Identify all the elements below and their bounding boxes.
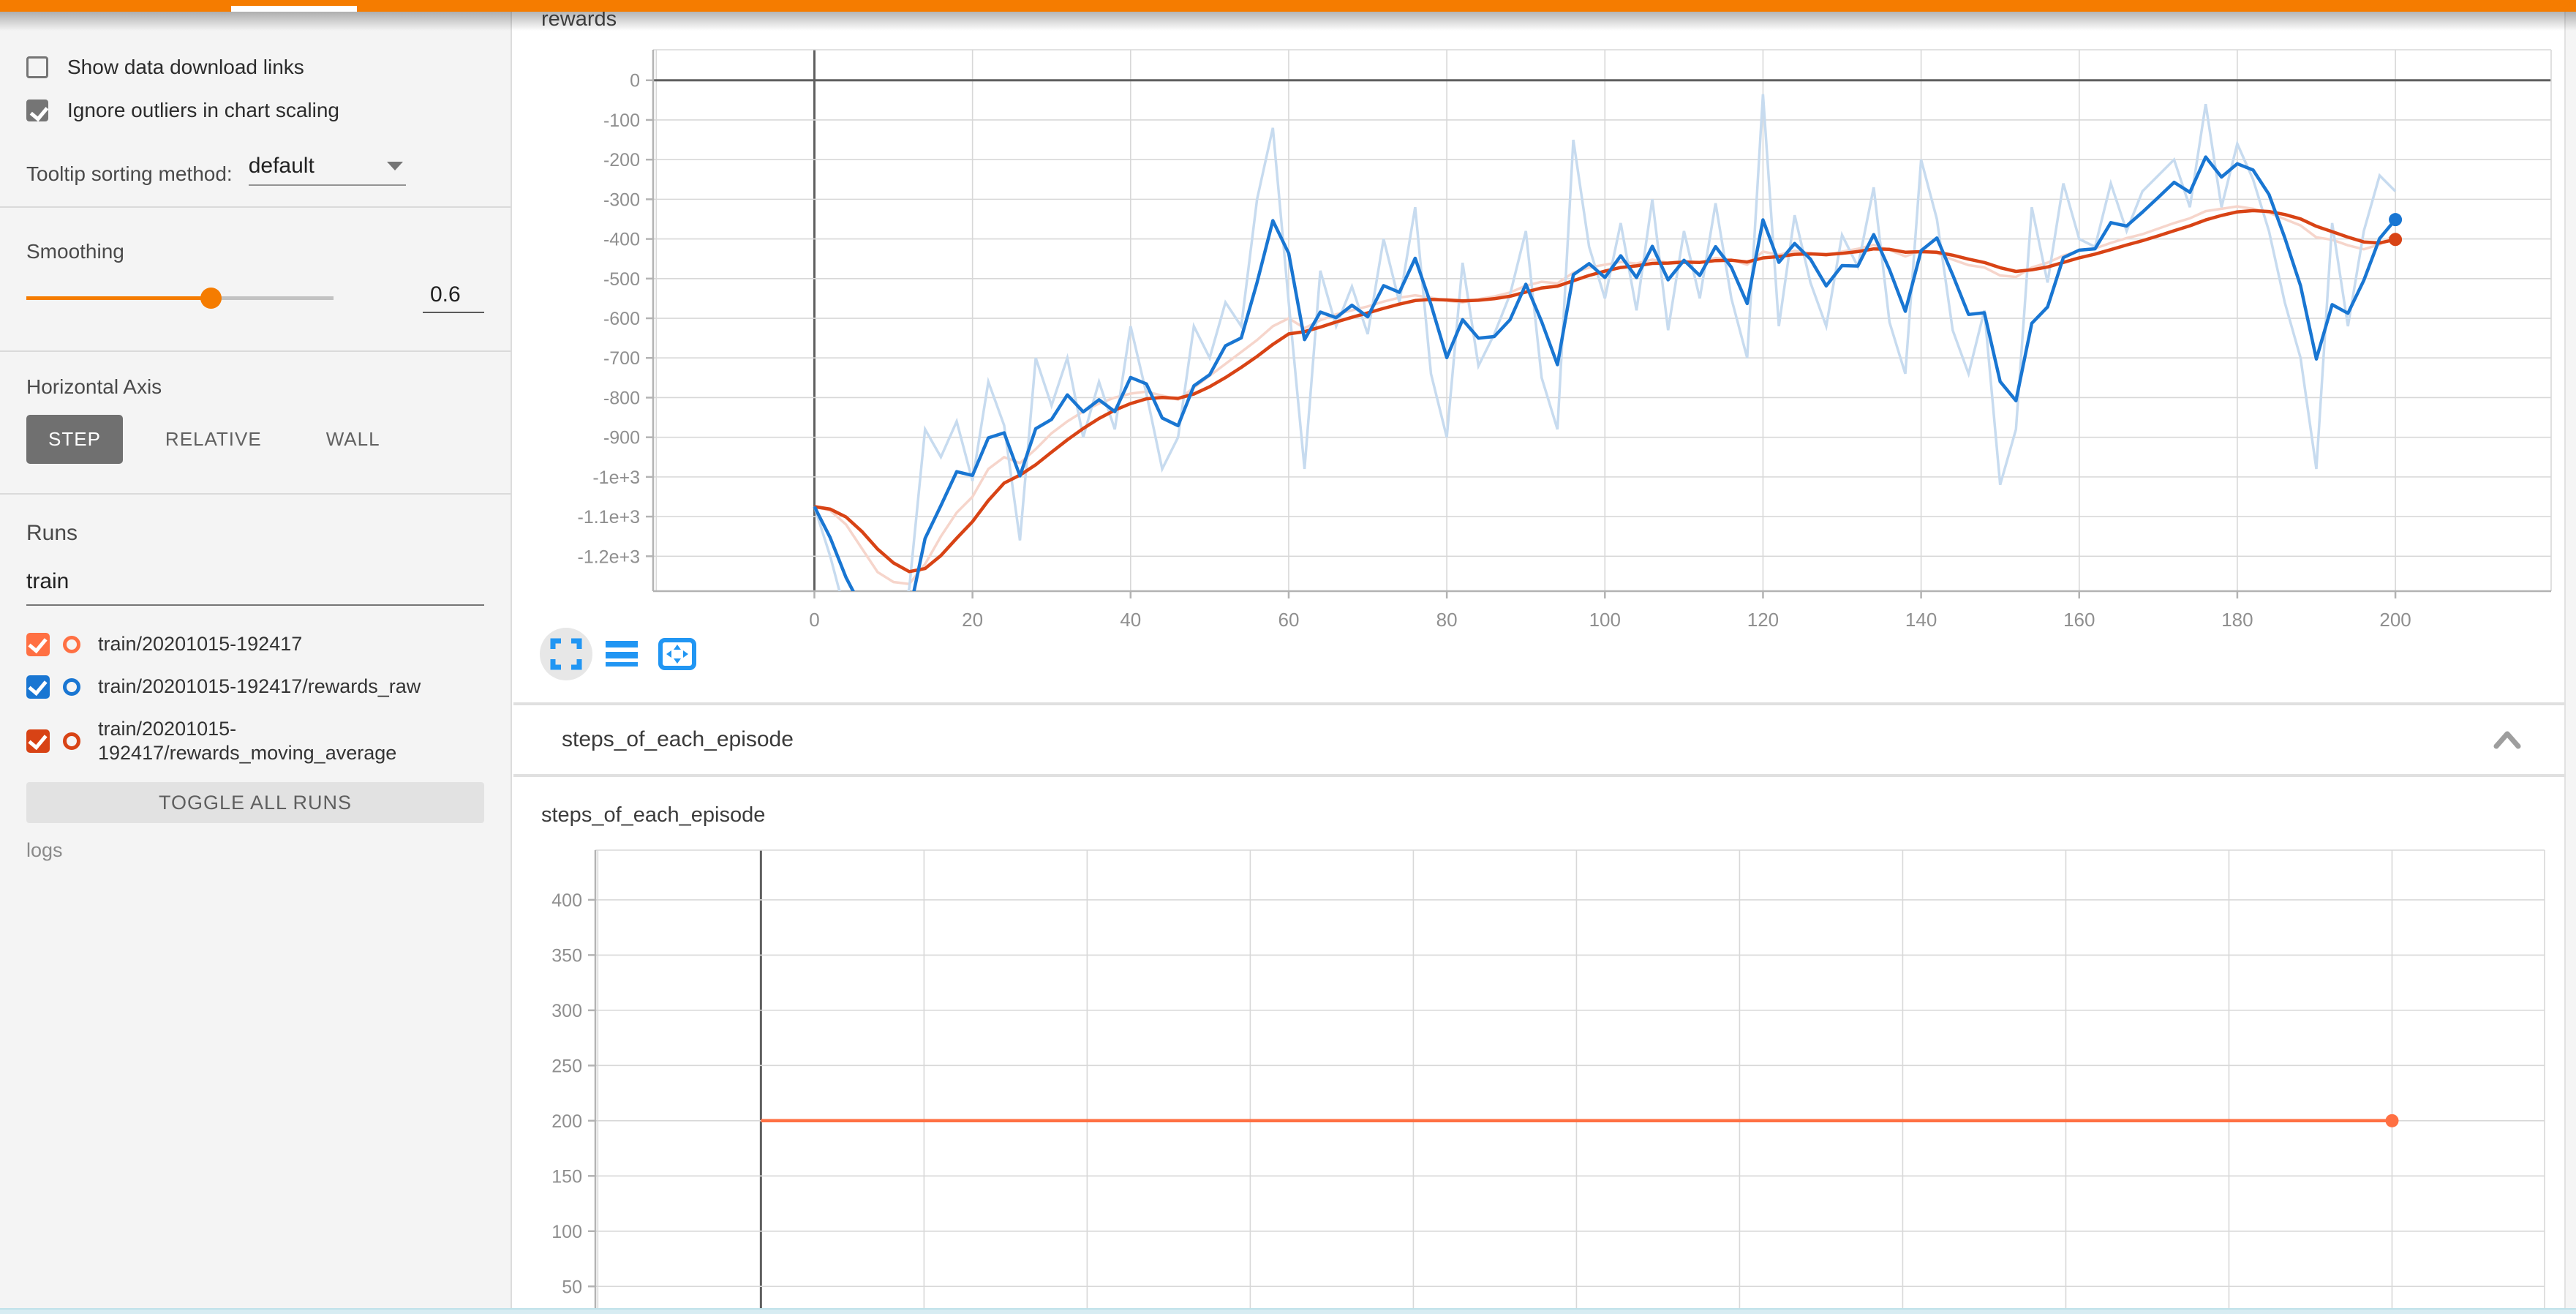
tooltip-sorting-label: Tooltip sorting method: — [26, 162, 233, 186]
axis-step-button[interactable]: STEP — [26, 415, 123, 464]
chevron-up-icon — [2493, 730, 2522, 749]
sidebar-divider — [0, 493, 511, 495]
svg-text:-1e+3: -1e+3 — [592, 468, 640, 488]
vertical-scrollbar[interactable] — [2564, 12, 2576, 1314]
toggle-all-runs-button[interactable]: TOGGLE ALL RUNS — [26, 782, 484, 823]
run-row: train/20201015-192417 — [26, 623, 484, 666]
fit-domain-icon[interactable] — [651, 628, 704, 680]
svg-text:-1.1e+3: -1.1e+3 — [578, 507, 641, 528]
chevron-down-icon — [387, 162, 403, 170]
rewards-line-chart[interactable]: 0 -100 -200 -300 -400 -500 -600 -700 -800 -900 -1e… — [513, 29, 2569, 702]
svg-text:60: 60 — [1278, 609, 1300, 631]
run-label: train/20201015-192417/rewards_moving_ave… — [98, 717, 484, 767]
svg-text:-1.2e+3: -1.2e+3 — [578, 547, 641, 567]
slider-fill — [26, 296, 211, 300]
tensorboard-app: Show data download links Ignore outliers… — [0, 0, 2576, 1314]
sidebar-divider — [0, 206, 511, 208]
show-download-links-checkbox[interactable] — [26, 56, 48, 78]
svg-text:-900: -900 — [603, 428, 640, 448]
toggle-log-scale-icon[interactable] — [595, 628, 648, 680]
svg-text:-400: -400 — [603, 230, 640, 250]
axis-wall-button[interactable]: WALL — [304, 415, 402, 464]
svg-text:100: 100 — [551, 1222, 582, 1242]
run-row: train/20201015-192417/rewards_raw — [26, 666, 484, 708]
run-color-ring[interactable] — [63, 678, 80, 696]
svg-text:-200: -200 — [603, 150, 640, 170]
svg-text:40: 40 — [1120, 609, 1141, 631]
smoothing-value-input[interactable]: 0.6 — [423, 282, 484, 313]
logs-path-label: logs — [26, 839, 484, 862]
ignore-outliers-row[interactable]: Ignore outliers in chart scaling — [26, 89, 484, 132]
horizontal-scrollbar[interactable] — [0, 1308, 2576, 1314]
run-checkbox[interactable] — [26, 633, 50, 656]
svg-text:20: 20 — [962, 609, 983, 631]
svg-text:400: 400 — [551, 890, 582, 911]
svg-text:80: 80 — [1436, 609, 1458, 631]
smoothing-slider[interactable] — [26, 281, 334, 315]
run-label: train/20201015-192417 — [98, 632, 484, 657]
svg-text:350: 350 — [551, 945, 582, 966]
runs-filter-value: train — [26, 569, 69, 593]
active-tab-indicator — [231, 6, 357, 12]
scalars-dashboard: rewards 0-100-200-300-400-500-600-700-80… — [513, 0, 2564, 1314]
run-color-ring[interactable] — [63, 636, 80, 653]
svg-text:0: 0 — [630, 71, 640, 91]
app-toolbar — [0, 0, 2576, 12]
axis-relative-button[interactable]: RELATIVE — [143, 415, 284, 464]
svg-text:100: 100 — [1589, 609, 1621, 631]
run-label: train/20201015-192417/rewards_raw — [98, 675, 484, 699]
svg-text:-300: -300 — [603, 189, 640, 210]
tooltip-sorting-value: default — [249, 154, 315, 179]
slider-thumb[interactable] — [200, 288, 222, 309]
run-color-ring[interactable] — [63, 732, 80, 750]
expand-chart-icon[interactable] — [540, 628, 592, 680]
svg-text:150: 150 — [551, 1166, 582, 1187]
ignore-outliers-label: Ignore outliers in chart scaling — [67, 99, 339, 122]
steps-section-header[interactable]: steps_of_each_episode — [513, 705, 2564, 777]
svg-text:180: 180 — [2221, 609, 2253, 631]
svg-text:50: 50 — [562, 1277, 582, 1297]
svg-text:160: 160 — [2063, 609, 2095, 631]
svg-text:-500: -500 — [603, 269, 640, 290]
run-checkbox[interactable] — [26, 675, 50, 699]
steps-section-title: steps_of_each_episode — [562, 727, 794, 752]
smoothing-slider-row: 0.6 — [26, 281, 484, 315]
horizontal-axis-buttons: STEP RELATIVE WALL — [26, 415, 484, 464]
runs-filter-input[interactable]: train — [26, 569, 484, 606]
horizontal-axis-label: Horizontal Axis — [26, 375, 484, 399]
run-checkbox[interactable] — [26, 729, 50, 753]
svg-text:120: 120 — [1747, 609, 1779, 631]
run-row: train/20201015-192417/rewards_moving_ave… — [26, 708, 484, 776]
svg-text:-800: -800 — [603, 388, 640, 408]
ignore-outliers-checkbox[interactable] — [26, 100, 48, 121]
svg-text:200: 200 — [551, 1111, 582, 1132]
smoothing-label: Smoothing — [26, 240, 484, 263]
show-download-links-row[interactable]: Show data download links — [26, 45, 484, 89]
svg-text:-700: -700 — [603, 348, 640, 369]
run-list: train/20201015-192417 train/20201015-192… — [26, 623, 484, 775]
tooltip-sorting-row: Tooltip sorting method: default — [26, 154, 484, 186]
chart-toolbar — [540, 628, 704, 680]
settings-sidebar: Show data download links Ignore outliers… — [0, 12, 512, 1314]
svg-text:250: 250 — [551, 1056, 582, 1076]
steps-line-chart[interactable]: 400 350 300 250 200 150 100 50 — [513, 834, 2569, 1314]
steps-chart-title: steps_of_each_episode — [541, 803, 765, 827]
collapse-section-button[interactable] — [2485, 718, 2529, 762]
svg-text:-600: -600 — [603, 309, 640, 329]
svg-text:300: 300 — [551, 1001, 582, 1021]
svg-text:200: 200 — [2379, 609, 2411, 631]
svg-text:-100: -100 — [603, 110, 640, 131]
svg-text:0: 0 — [809, 609, 819, 631]
runs-heading: Runs — [26, 521, 484, 546]
sidebar-divider — [0, 350, 511, 352]
tooltip-sorting-dropdown[interactable]: default — [249, 154, 406, 186]
svg-text:140: 140 — [1905, 609, 1937, 631]
show-download-links-label: Show data download links — [67, 56, 304, 79]
